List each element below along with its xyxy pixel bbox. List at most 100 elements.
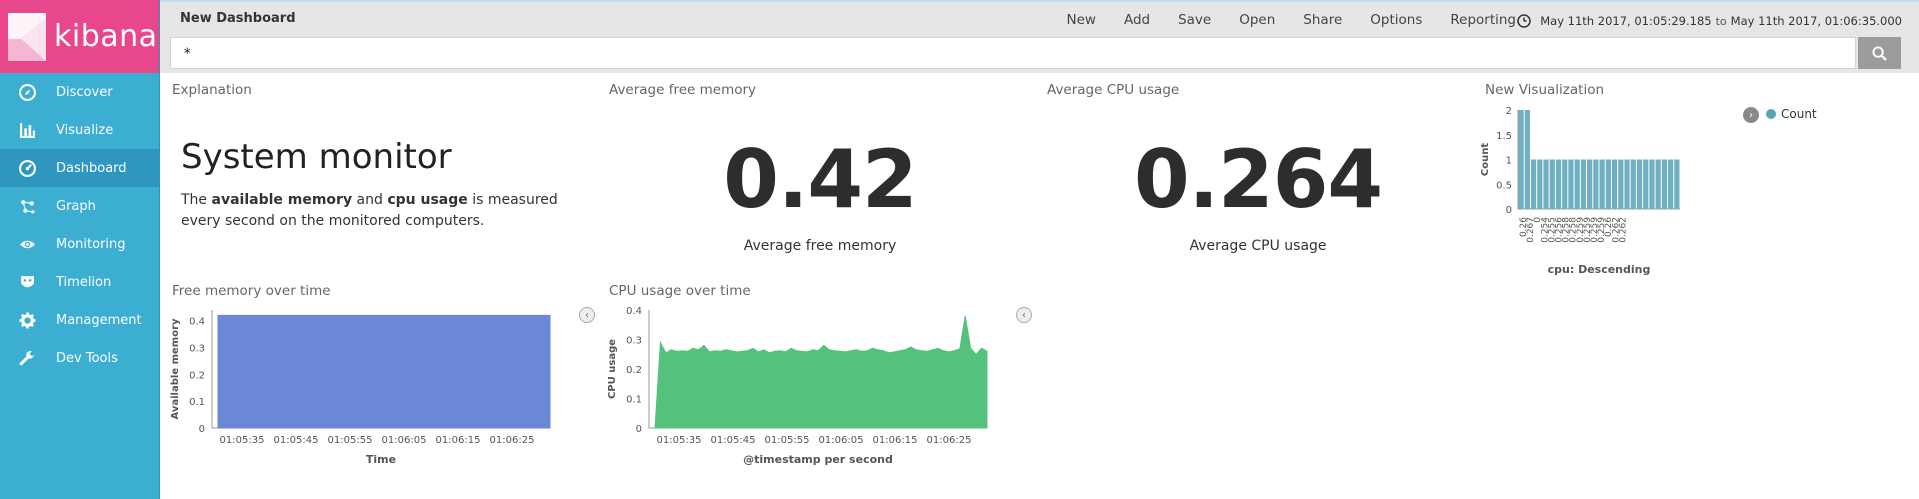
sidebar-item-label: Discover [56,84,113,100]
y-tick-label: 0.4 [189,317,205,328]
x-tick-label: 01:05:35 [657,435,702,446]
metric-label-cpu: Average CPU usage [1189,238,1327,254]
kibana-logo[interactable]: kibana [0,0,159,73]
bar [1611,159,1618,209]
x-tick-label: 01:06:15 [873,435,918,446]
bar [1549,159,1555,209]
menu-add[interactable]: Add [1124,12,1150,28]
sidebar-item-management[interactable]: Management [0,301,159,339]
menu-share[interactable]: Share [1303,12,1342,28]
bar [1543,159,1549,209]
sidebar-item-label: Dev Tools [56,350,118,366]
bar [1530,159,1537,209]
x-tick-label: 01:05:55 [765,435,810,446]
bar [1580,159,1587,209]
x-tick-label: 01:06:05 [819,435,864,446]
bar [1661,159,1668,209]
y-axis-label: Count [1480,143,1491,176]
panel-title-avg-cpu: Average CPU usage [1047,82,1180,98]
query-input[interactable]: * [170,37,1856,69]
gear-icon [16,311,38,329]
x-tick-label: 01:05:45 [711,435,756,446]
bar [1630,159,1636,209]
sidebar-item-discover[interactable]: Discover [0,73,159,111]
bar [1574,159,1580,209]
bar [1636,159,1643,209]
sidebar-item-label: Graph [56,198,96,214]
legend-collapse-button-memory[interactable]: ‹ [579,307,595,323]
md-bold-cpu: cpu usage [387,192,468,208]
time-separator: to [1715,14,1727,28]
compass-icon [16,83,38,101]
y-axis-label: CPU usage [607,339,618,399]
bar [1555,159,1562,209]
x-tick-label: 01:05:55 [328,435,373,446]
x-tick-label: 01:05:45 [274,435,319,446]
bar [1605,159,1611,209]
bar [1624,159,1630,209]
x-tick-label: 01:06:15 [436,435,481,446]
sidebar-nav: Discover Visualize Dashboard Graph Monit… [0,73,159,377]
y-tick-label: 1.5 [1496,131,1512,142]
legend-toggle-button[interactable]: › [1743,107,1759,123]
y-tick-label: 0 [199,424,205,435]
bar [1562,159,1568,209]
bar [1593,159,1599,209]
bar [1518,110,1524,209]
bar-chart-icon [16,121,38,139]
chevron-left-icon: ‹ [585,309,589,321]
y-tick-label: 2 [1506,106,1512,117]
clock-icon [1517,14,1531,28]
sidebar-item-dev-tools[interactable]: Dev Tools [0,339,159,377]
kibana-app: kibana Discover Visualize Dashboard Grap… [0,0,1919,499]
sidebar-item-dashboard[interactable]: Dashboard [0,149,159,187]
menu-options[interactable]: Options [1370,12,1422,28]
y-tick-label: 0 [636,424,642,435]
legend-entry-count[interactable]: Count [1766,107,1817,121]
time-to: May 11th 2017, 01:06:35.000 [1730,14,1902,28]
menu-save[interactable]: Save [1178,12,1211,28]
legend-dot [1766,109,1776,119]
panel-title-free-memory: Free memory over time [172,283,331,299]
metric-value-memory: 0.42 [723,133,917,226]
metric-label-memory: Average free memory [743,238,897,254]
x-tick-label: 01:06:05 [382,435,427,446]
sidebar-item-timelion[interactable]: Timelion [0,263,159,301]
y-tick-label: 0.3 [189,344,205,355]
sidebar-item-label: Timelion [56,274,112,290]
kibana-logo-icon [8,12,46,61]
y-tick-label: 0.2 [189,370,205,381]
search-button[interactable] [1858,37,1901,69]
sidebar-item-monitoring[interactable]: Monitoring [0,225,159,263]
md-bold-memory: available memory [211,192,353,208]
new-visualization-chart: 21.510.50Count0.260.26700.2540.2550.2560… [1480,106,1680,276]
legend-collapse-button-cpu[interactable]: ‹ [1016,307,1032,323]
menu-open[interactable]: Open [1239,12,1275,28]
y-tick-label: 0.2 [626,365,642,376]
bar [1599,159,1605,209]
gauge-icon [16,159,38,177]
cpu-usage-chart: 0.4 0.3 0.2 0.1 0 CPU usage 01:05:35 01:05:45 01… [607,306,988,466]
menu-new[interactable]: New [1067,12,1096,28]
bar [1655,159,1661,209]
y-tick-label: 0.1 [189,397,205,408]
free-memory-chart: 0.4 0.3 0.2 0.1 0 Available memory 01:05:35 01:… [170,310,551,466]
y-tick-label: 0.1 [626,395,642,406]
x-axis-label: Time [366,453,396,466]
md-text-pre: The [181,192,212,208]
time-picker[interactable]: May 11th 2017, 01:05:29.185 to May 11th … [1517,14,1902,28]
dashboard-title: New Dashboard [180,11,296,26]
panel-title-explanation: Explanation [172,82,252,98]
panel-title-new-visualization: New Visualization [1485,82,1605,98]
sidebar-item-visualize[interactable]: Visualize [0,111,159,149]
y-tick-label: 0 [1506,205,1512,216]
bar [1537,159,1543,209]
bar [1649,159,1655,209]
sidebar-item-graph[interactable]: Graph [0,187,159,225]
bar [1568,159,1574,209]
wrench-icon [16,349,38,367]
brand-name: kibana [54,19,158,54]
sidebar-item-label: Visualize [56,122,114,138]
menu-reporting[interactable]: Reporting [1450,12,1516,28]
y-tick-label: 1 [1506,156,1512,167]
